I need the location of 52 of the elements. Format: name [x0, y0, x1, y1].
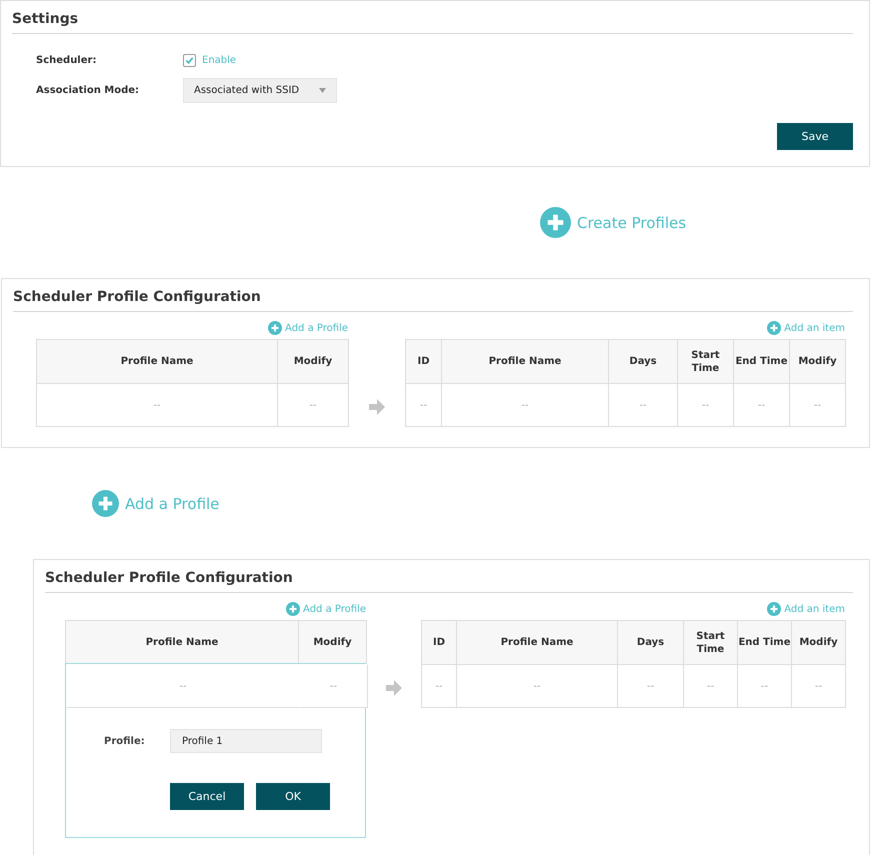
column-header: Profile Name [441, 339, 609, 384]
create-profiles-link[interactable]: Create Profiles [540, 207, 686, 238]
table-cell: -- [421, 664, 457, 708]
panel-title: Scheduler Profile Configuration [45, 560, 853, 593]
column-header: Modify [791, 620, 846, 665]
cancel-button[interactable]: Cancel [170, 783, 244, 810]
add-profile-link[interactable]: Add a Profile [286, 602, 366, 616]
field-label: Association Mode: [36, 84, 140, 96]
panel-title: Scheduler Profile Configuration [13, 279, 853, 312]
column-header: End Time [733, 339, 790, 384]
table-cell: -- [791, 664, 846, 708]
column-header: Days [617, 620, 684, 665]
ok-button[interactable]: OK [256, 783, 330, 810]
column-header: ID [405, 339, 442, 384]
add-icon [268, 321, 282, 335]
panel-title: Settings [12, 1, 853, 34]
add-icon [286, 602, 300, 616]
caret-icon [319, 88, 326, 92]
enable-checkbox[interactable] [183, 54, 196, 66]
table-cell: -- [299, 664, 368, 708]
field-label: Scheduler: [36, 54, 98, 66]
checkbox-label: Enable [202, 54, 236, 66]
arrow-icon [368, 399, 384, 415]
add-item-link[interactable]: Add an item [767, 602, 845, 616]
field-label: Profile: [104, 736, 146, 746]
column-header: Modify [277, 339, 349, 384]
table-cell: -- [66, 664, 300, 708]
profile-name-field[interactable]: Profile 1 [170, 729, 322, 753]
arrow-icon [386, 680, 402, 696]
column-header: Start Time [677, 339, 734, 384]
add-icon [540, 207, 571, 238]
add-item-link[interactable]: Add an item [767, 321, 845, 335]
column-header: Start Time [683, 620, 738, 665]
column-header: Days [608, 339, 678, 384]
column-header: ID [421, 620, 457, 665]
add-profile-link[interactable]: Add a Profile [92, 490, 220, 517]
column-header: End Time [737, 620, 792, 665]
table-cell: -- [36, 383, 278, 427]
table-cell: -- [277, 383, 349, 427]
column-header: Modify [789, 339, 846, 384]
add-profile-link[interactable]: Add a Profile [268, 321, 348, 335]
association-mode-dropdown[interactable]: Associated with SSID [183, 78, 337, 102]
save-button[interactable]: Save [777, 123, 853, 150]
add-icon [767, 321, 782, 335]
column-header: Modify [298, 620, 367, 665]
column-header: Profile Name [456, 620, 618, 665]
table-cell: -- [405, 383, 442, 427]
table-cell: -- [789, 383, 846, 427]
add-icon [767, 602, 782, 616]
column-header: Profile Name [36, 339, 278, 384]
column-header: Profile Name [65, 620, 299, 665]
add-icon [92, 490, 119, 517]
